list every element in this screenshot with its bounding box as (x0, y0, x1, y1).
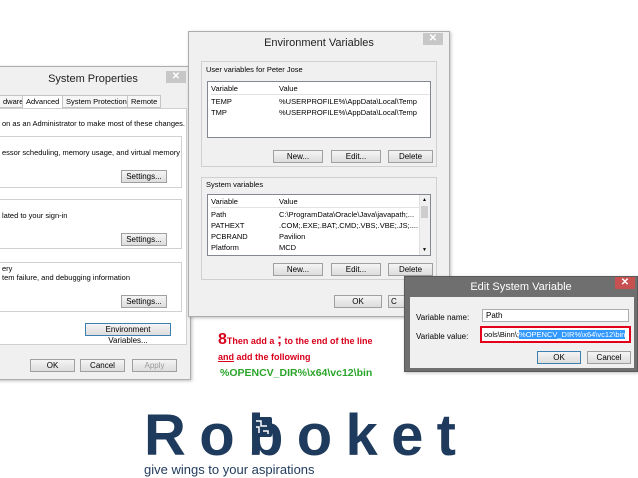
tab-advanced[interactable]: Advanced (22, 95, 64, 109)
user-delete-button[interactable]: Delete (388, 150, 433, 163)
environment-variables-title: Environment Variables (264, 37, 374, 49)
performance-group: essor scheduling, memory usage, and virt… (0, 136, 182, 188)
environment-variables-button[interactable]: Environment Variables... (85, 323, 171, 345)
tab-strip: dware Advanced System Protection Remote (0, 95, 192, 109)
admin-note: on as an Administrator to make most of t… (2, 119, 186, 128)
variable-value: C:\ProgramData\Oracle\Java\javapath;... (279, 210, 415, 219)
variable-value: %USERPROFILE%\AppData\Local\Temp (279, 108, 417, 117)
logo-emblem (252, 417, 272, 437)
edit-ok-button[interactable]: OK (537, 351, 581, 364)
instruction-text-2a: and (218, 352, 235, 362)
scrollbar[interactable]: ▲ ▼ (419, 195, 430, 255)
system-variables-label: System variables (206, 180, 264, 189)
column-variable: Variable (211, 197, 238, 206)
user-variables-group: User variables for Peter Jose Variable V… (201, 61, 437, 167)
variable-name: PCBRAND (211, 232, 248, 241)
list-item[interactable]: Platform MCD (211, 242, 418, 253)
variable-value: Pavilion (279, 232, 306, 241)
variable-name: Path (211, 210, 227, 219)
user-new-button[interactable]: New... (273, 150, 323, 163)
startup-recovery-group: ery tem failure, and debugging informati… (0, 262, 182, 312)
variable-value-label: Variable value: (416, 332, 469, 341)
advanced-panel: on as an Administrator to make most of t… (0, 108, 187, 345)
scrollbar-thumb[interactable] (421, 206, 428, 218)
edit-body: Variable name: Path Variable value: ools… (410, 297, 634, 368)
performance-text: essor scheduling, memory usage, and virt… (2, 148, 180, 157)
system-new-button[interactable]: New... (273, 263, 323, 276)
column-value: Value (279, 197, 298, 206)
edit-system-variable-window: Edit System Variable ✕ Variable name: Pa… (404, 276, 638, 372)
variable-value-prefix: ools\Binn\; (484, 330, 520, 339)
apply-button[interactable]: Apply (132, 359, 177, 372)
close-icon[interactable]: ✕ (615, 277, 635, 289)
variable-value-field[interactable]: ools\Binn\;%OPENCV_DIR%\x64\vc12\bin (480, 326, 631, 343)
system-edit-button[interactable]: Edit... (331, 263, 381, 276)
variable-name: Platform (211, 243, 239, 252)
variable-name-value: Path (486, 311, 503, 320)
instruction-line-2: and add the following (218, 352, 311, 362)
instruction-text-2b: add the following (236, 352, 311, 362)
variable-name-field[interactable]: Path (482, 309, 629, 322)
cancel-button[interactable]: Cancel (80, 359, 125, 372)
startup-settings-button[interactable]: Settings... (121, 295, 167, 308)
list-item[interactable]: PATHEXT .COM;.EXE;.BAT;.CMD;.VBS;.VBE;.J… (211, 220, 418, 231)
env-ok-button[interactable]: OK (334, 295, 382, 308)
variable-value-selected: %OPENCV_DIR%\x64\vc12\bin (519, 330, 626, 339)
user-variables-label: User variables for Peter Jose (206, 65, 303, 74)
performance-settings-button[interactable]: Settings... (121, 170, 167, 183)
variable-name: TEMP (211, 97, 232, 106)
startup-recovery-text: tem failure, and debugging information (2, 273, 130, 282)
instruction-text-1a: Then add a (226, 336, 275, 346)
user-profiles-group: lated to your sign-in Settings... (0, 199, 182, 249)
list-item[interactable]: Path C:\ProgramData\Oracle\Java\javapath… (211, 209, 418, 220)
close-icon[interactable]: ✕ (166, 71, 186, 83)
variable-value: %USERPROFILE%\AppData\Local\Temp (279, 97, 417, 106)
step-number: 8 (218, 331, 227, 348)
startup-recovery-heading: ery (2, 264, 13, 273)
column-variable: Variable (211, 84, 238, 93)
variable-value: MCD (279, 243, 297, 252)
opencv-path-text: %OPENCV_DIR%\x64\vc12\bin (220, 367, 373, 379)
logo-text: Roboket (144, 405, 458, 468)
system-variables-group: System variables Variable Value Path C:\… (201, 177, 437, 280)
edit-cancel-button[interactable]: Cancel (587, 351, 631, 364)
list-item[interactable]: TEMP %USERPROFILE%\AppData\Local\Temp (211, 96, 430, 107)
list-item[interactable]: PCBRAND Pavilion (211, 231, 418, 242)
scroll-down-icon[interactable]: ▼ (422, 247, 427, 253)
variable-name: PATHEXT (211, 221, 245, 230)
system-delete-button[interactable]: Delete (388, 263, 433, 276)
instruction-text-1b: to the end of the line (284, 336, 373, 346)
system-properties-window: System Properties ✕ dware Advanced Syste… (0, 66, 191, 380)
system-properties-title: System Properties (48, 73, 138, 85)
environment-variables-window: Environment Variables ✕ User variables f… (188, 31, 450, 317)
tab-remote[interactable]: Remote (127, 95, 162, 108)
logo-tagline: give wings to your aspirations (144, 462, 315, 477)
user-variables-list[interactable]: Variable Value TEMP %USERPROFILE%\AppDat… (207, 81, 431, 138)
list-header[interactable]: Variable Value (211, 83, 430, 95)
user-profiles-settings-button[interactable]: Settings... (121, 233, 167, 246)
system-variables-list[interactable]: Variable Value Path C:\ProgramData\Oracl… (207, 194, 431, 256)
close-icon[interactable]: ✕ (423, 33, 443, 45)
list-header[interactable]: Variable Value (211, 196, 430, 208)
tab-system-protection[interactable]: System Protection (62, 95, 131, 108)
list-item[interactable]: TMP %USERPROFILE%\AppData\Local\Temp (211, 107, 430, 118)
variable-name: TMP (211, 108, 227, 117)
column-value: Value (279, 84, 298, 93)
roboket-logo: Roboket give wings to your aspirations (140, 405, 470, 477)
semicolon-highlight: ; (276, 331, 282, 348)
scroll-up-icon[interactable]: ▲ (422, 197, 427, 203)
instruction-line-1: 8Then add a ; to the end of the line (218, 331, 372, 349)
user-edit-button[interactable]: Edit... (331, 150, 381, 163)
ok-button[interactable]: OK (30, 359, 75, 372)
edit-system-variable-title: Edit System Variable (470, 281, 572, 293)
variable-value: .COM;.EXE;.BAT;.CMD;.VBS;.VBE;.JS;.... (279, 221, 419, 230)
variable-name-label: Variable name: (416, 313, 470, 322)
user-profiles-text: lated to your sign-in (2, 211, 68, 220)
instruction-block: 8Then add a ; to the end of the line and… (218, 331, 408, 381)
